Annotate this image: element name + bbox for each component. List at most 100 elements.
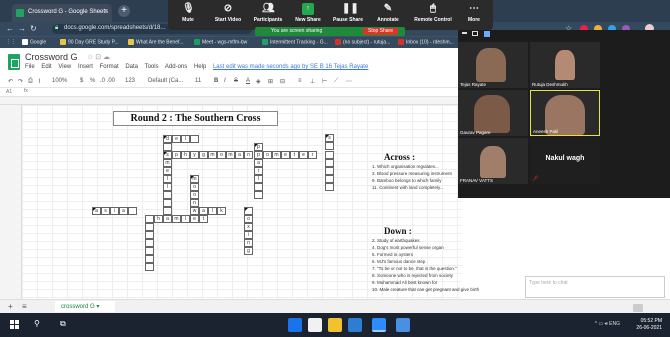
more-button[interactable]: ⋯ More — [458, 3, 490, 23]
crossword-cell[interactable] — [190, 135, 199, 143]
italic-icon[interactable]: I — [224, 78, 226, 84]
crossword-cell[interactable]: a — [199, 207, 208, 215]
bookmark-item[interactable]: What Are the Benef... — [128, 39, 184, 45]
bookmark-item[interactable]: Intermittent Tracking - G... — [262, 39, 328, 45]
menu-view[interactable]: View — [58, 64, 71, 70]
crossword-cell[interactable]: m — [272, 151, 281, 159]
crossword-cell[interactable]: a — [92, 207, 101, 215]
crossword-cell[interactable]: g — [244, 247, 253, 255]
file-explorer-icon[interactable] — [328, 318, 342, 332]
menu-format[interactable]: Format — [100, 64, 119, 70]
zoom-icon[interactable] — [372, 318, 386, 332]
start-video-button[interactable]: ⊘ Start Video — [208, 3, 248, 23]
crossword-cell[interactable]: n — [244, 151, 253, 159]
add-sheet-icon[interactable]: + — [8, 302, 13, 311]
currency-button[interactable]: $ — [80, 78, 83, 84]
crossword-cell[interactable]: x — [244, 223, 253, 231]
crossword-cell[interactable]: r — [254, 167, 263, 175]
text-color-icon[interactable]: A — [246, 78, 250, 84]
menu-help[interactable]: Help — [194, 64, 206, 70]
crossword-cell[interactable] — [244, 207, 253, 215]
close-icon[interactable]: × — [104, 8, 108, 15]
zoom-select[interactable]: 100% — [52, 78, 67, 84]
redo-icon[interactable]: ↷ — [18, 78, 23, 85]
crossword-cell[interactable]: a — [235, 151, 244, 159]
participant-tile[interactable]: Nakul wagh 🎤︎ — [530, 138, 600, 184]
search-icon[interactable]: ⚲ — [34, 319, 40, 328]
crossword-cell[interactable] — [145, 239, 154, 247]
print-icon[interactable]: ⎙ — [28, 78, 33, 85]
crossword-cell[interactable]: n — [190, 199, 199, 207]
crossword-cell[interactable] — [325, 159, 334, 167]
menu-file[interactable]: File — [25, 64, 35, 70]
crossword-cell[interactable]: e — [163, 167, 172, 175]
crossword-cell[interactable]: r — [308, 151, 317, 159]
edge-icon[interactable] — [288, 318, 302, 332]
all-sheets-icon[interactable]: ≡ — [22, 302, 27, 311]
crossword-cell[interactable] — [145, 255, 154, 263]
crossword-cell[interactable]: s — [101, 207, 110, 215]
crossword-cell[interactable]: l — [181, 215, 190, 223]
crossword-cell[interactable]: o — [190, 183, 199, 191]
bold-icon[interactable]: B — [214, 78, 218, 84]
bookmark-item[interactable]: Inbox (10) - rdeshm... — [398, 39, 454, 45]
chat-input[interactable]: Type here to chat — [525, 276, 665, 298]
new-share-button[interactable]: ↑ New Share — [288, 3, 328, 23]
crossword-cell[interactable]: m — [190, 175, 199, 183]
task-view-icon[interactable]: ⧉ — [60, 319, 66, 329]
windows-start-icon[interactable] — [10, 320, 20, 330]
crossword-cell[interactable]: o — [263, 151, 272, 159]
bookmark-item[interactable]: 90 Day GRE Study P... — [60, 39, 119, 45]
crossword-cell[interactable]: a — [163, 215, 172, 223]
clock[interactable]: 05:52 PM 26-06-2021 — [636, 318, 662, 332]
crossword-cell[interactable]: i — [244, 231, 253, 239]
crossword-cell[interactable]: i — [110, 207, 119, 215]
bookmark-item[interactable]: (no subject) - rutuja... — [335, 39, 390, 45]
crossword-cell[interactable] — [325, 175, 334, 183]
crossword-cell[interactable]: l — [181, 135, 190, 143]
font-select[interactable]: Default (Ca... — [148, 78, 183, 84]
crossword-cell[interactable]: e — [281, 151, 290, 159]
forward-icon[interactable]: → — [18, 24, 26, 33]
crossword-cell[interactable]: p — [254, 143, 263, 151]
fill-color-icon[interactable]: ◈ — [256, 78, 261, 85]
remote-control-button[interactable]: 🖱︎ Remote Control — [408, 3, 458, 23]
crossword-cell[interactable]: h — [154, 215, 163, 223]
crossword-cell[interactable] — [254, 191, 263, 199]
system-tray[interactable]: ^ ▭ 🔊︎ ENG — [595, 321, 620, 327]
cell-reference[interactable]: A1 — [6, 89, 12, 95]
menu-tools[interactable]: Tools — [145, 64, 159, 70]
apps-icon[interactable]: ⋮⋮ — [6, 39, 16, 45]
crossword-cell[interactable] — [325, 167, 334, 175]
crossword-cell[interactable]: m — [226, 151, 235, 159]
minimize-icon[interactable] — [462, 32, 467, 34]
menu-addons[interactable]: Add-ons — [165, 64, 187, 70]
mute-button[interactable]: 🎙︎ Mute — [168, 3, 208, 23]
crossword-cell[interactable]: e — [190, 215, 199, 223]
borders-icon[interactable]: ⊞ — [268, 78, 273, 85]
crossword-cell[interactable]: l — [208, 207, 217, 215]
menu-insert[interactable]: Insert — [78, 64, 93, 70]
document-title[interactable]: Crossword G — [25, 52, 78, 62]
chat-icon[interactable] — [633, 304, 643, 312]
crossword-cell[interactable] — [325, 142, 334, 150]
app-icon[interactable] — [396, 318, 410, 332]
participant-tile[interactable]: FRANAV VATTS — [458, 138, 528, 184]
sheets-logo-icon[interactable] — [8, 54, 20, 70]
crossword-cell[interactable]: e — [299, 151, 308, 159]
paint-format-icon[interactable]: ⌇ — [38, 78, 41, 85]
crossword-cell[interactable] — [163, 199, 172, 207]
wrap-icon[interactable]: ⊢ — [322, 78, 327, 85]
crossword-cell[interactable] — [145, 223, 154, 231]
menu-edit[interactable]: Edit — [41, 64, 51, 70]
format-button[interactable]: 123 — [125, 78, 135, 84]
browser-tab[interactable]: Crossword G - Google Sheets × — [12, 4, 112, 22]
crossword-cell[interactable] — [145, 215, 154, 223]
crossword-cell[interactable]: p — [172, 151, 181, 159]
align-icon[interactable]: ≡ — [298, 78, 302, 84]
percent-button[interactable]: % — [90, 78, 95, 84]
star-icon[interactable]: ☆ ⊡ ☁︎ — [87, 53, 110, 61]
crossword-cell[interactable]: t — [290, 151, 299, 159]
annotate-button[interactable]: ✎ Annotate — [368, 3, 408, 23]
font-size-select[interactable]: 11 — [195, 78, 201, 84]
